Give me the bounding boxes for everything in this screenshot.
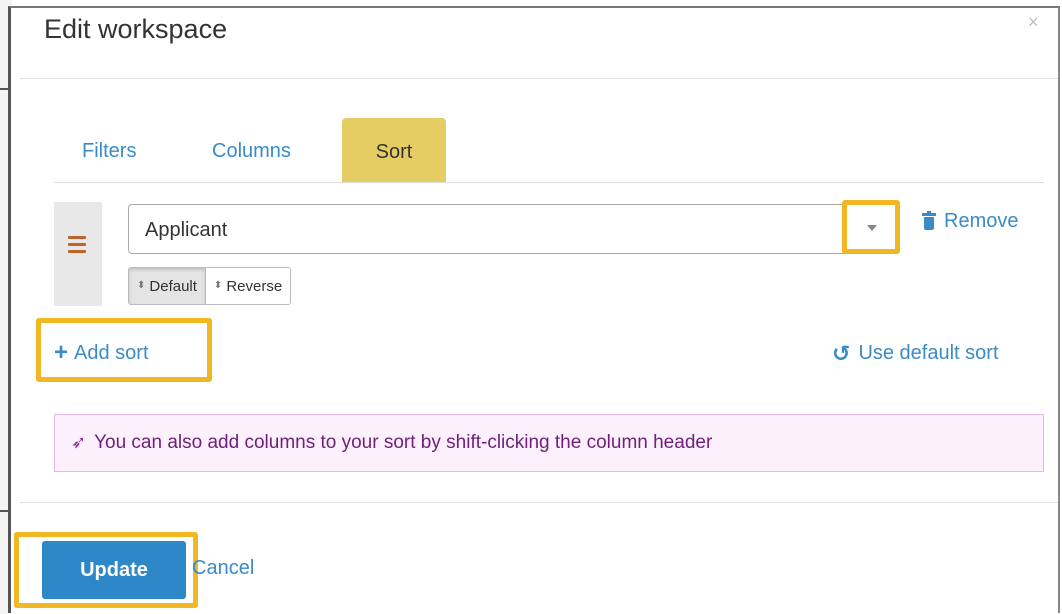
trash-icon: [922, 210, 936, 231]
undo-icon: ↺: [832, 340, 851, 366]
modal-title: Edit workspace: [44, 14, 228, 44]
rocket-icon: ➶: [71, 432, 87, 452]
use-default-sort-label: Use default sort: [858, 342, 999, 364]
sort-asc-icon: ⬍: [137, 280, 146, 291]
edit-workspace-modal: [8, 6, 1060, 613]
tab-sort[interactable]: Sort: [342, 118, 446, 182]
close-icon[interactable]: ×: [1028, 12, 1039, 33]
hamburger-icon: [68, 236, 86, 257]
remove-sort-button[interactable]: Remove: [922, 210, 1018, 233]
use-default-sort-button[interactable]: ↺ Use default sort: [832, 342, 999, 365]
tab-columns[interactable]: Columns: [212, 140, 291, 163]
tab-filters[interactable]: Filters: [82, 140, 136, 163]
footer-divider: [20, 502, 1058, 503]
add-sort-button[interactable]: + Add sort: [54, 341, 149, 365]
sort-direction-default[interactable]: ⬍ Default: [129, 268, 205, 304]
sort-rule-drag-handle[interactable]: [54, 202, 102, 306]
plus-icon: +: [54, 339, 69, 366]
sort-field-value: Applicant: [145, 219, 228, 241]
sort-direction-toggle: ⬍ Default ⬍ Reverse: [128, 267, 292, 305]
sort-hint-text: You can also add columns to your sort by…: [94, 432, 713, 453]
header-divider: [20, 78, 1058, 79]
sort-direction-default-label: Default: [149, 277, 197, 295]
update-button[interactable]: Update: [42, 541, 186, 599]
sort-direction-reverse[interactable]: ⬍ Reverse: [204, 268, 291, 304]
sort-hint-banner: ➶ You can also add columns to your sort …: [54, 414, 1044, 472]
sort-field-select[interactable]: Applicant: [128, 204, 900, 254]
add-sort-label: Add sort: [74, 341, 149, 364]
tabs-divider: [54, 182, 1044, 183]
cancel-button[interactable]: Cancel: [192, 557, 254, 580]
sort-direction-reverse-label: Reverse: [226, 277, 283, 295]
sort-desc-icon: ⬍: [213, 280, 223, 291]
remove-sort-label: Remove: [944, 210, 1019, 232]
chevron-down-icon: [867, 225, 877, 231]
sort-field-dropdown-toggle[interactable]: [842, 200, 900, 254]
